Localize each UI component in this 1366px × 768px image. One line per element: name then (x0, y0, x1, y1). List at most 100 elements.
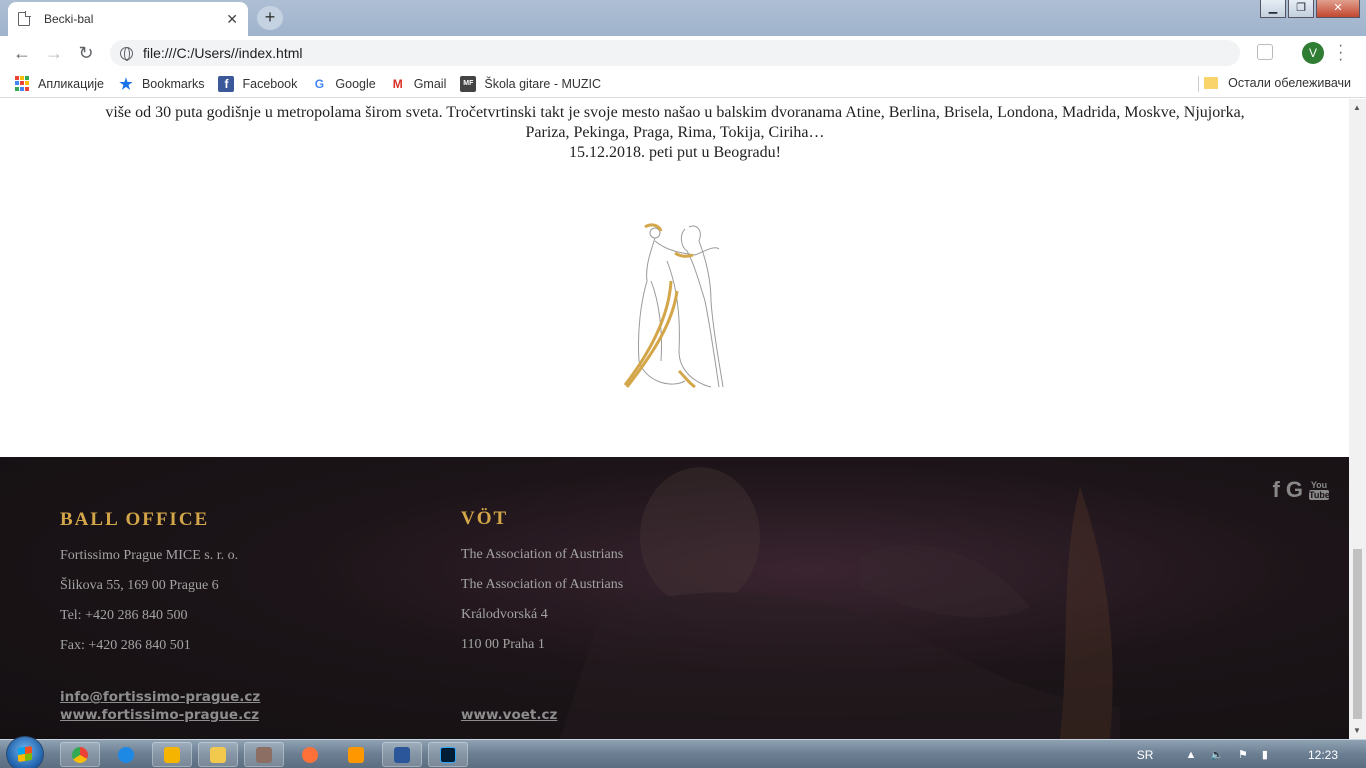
clock[interactable]: 12:23 (1308, 748, 1338, 762)
vot-column: VÖT The Association of Austrians The Ass… (461, 508, 623, 660)
taskbar-internet-explorer[interactable] (106, 742, 146, 767)
site-footer: BALL OFFICE Fortissimo Prague MICE s. r.… (0, 457, 1349, 739)
intro-text: više od 30 puta godišnje u metropolama š… (40, 99, 1310, 163)
reload-button[interactable]: ↻ (70, 43, 102, 64)
vot-heading: VÖT (461, 508, 509, 529)
profile-avatar[interactable]: V (1302, 42, 1324, 64)
bookmarks-divider (1198, 76, 1199, 92)
menu-kebab-icon[interactable]: · · · (1338, 38, 1343, 68)
internet-explorer-icon (118, 746, 134, 763)
windows-taskbar: SR ▲ 🔈 ⚑ ▮ 12:23 (0, 736, 1366, 768)
chrome-icon (72, 746, 88, 763)
media-player-icon (348, 746, 364, 763)
taskbar-winamp[interactable] (152, 742, 192, 767)
document-icon (18, 11, 31, 26)
company-phone: Tel: +420 286 840 500 (60, 608, 188, 623)
back-button[interactable]: ← (6, 43, 38, 64)
voet-website-link[interactable]: www.voet.cz (461, 706, 557, 724)
taskbar-media-player[interactable] (336, 742, 376, 767)
association-street: Králodvorská 4 (461, 607, 548, 622)
address-bar[interactable]: file:///C:/Users//index.html (110, 40, 1240, 66)
association-name: The Association of Austrians (461, 547, 624, 562)
tab-title: Becki-bal (44, 12, 94, 26)
bookmark-label: Апликације (38, 76, 104, 91)
email-link[interactable]: info@fortissimo-prague.cz (60, 688, 260, 706)
other-bookmarks[interactable]: Остали обележивачи (1204, 76, 1351, 90)
browser-tab[interactable]: Becki-bal ✕ (8, 2, 248, 36)
gmail-icon: M (392, 76, 403, 91)
ball-office-column: BALL OFFICE Fortissimo Prague MICE s. r.… (60, 509, 238, 661)
star-icon: ★ (119, 75, 133, 93)
forward-button[interactable]: → (38, 43, 70, 64)
google-icon[interactable]: G (1286, 477, 1303, 503)
extension-icon[interactable] (1257, 44, 1273, 60)
bookmark-label: Google (335, 76, 376, 91)
globe-icon (120, 46, 133, 61)
browser-titlebar: Becki-bal ✕ + ▁ ❐ ✕ (0, 0, 1366, 36)
facebook-icon: f (218, 75, 235, 92)
bookmark-google[interactable]: G Google (311, 76, 376, 92)
taskbar-calculator[interactable] (244, 742, 284, 767)
vot-links: www.voet.cz (461, 706, 557, 724)
google-icon: G (314, 76, 325, 91)
close-window-button[interactable]: ✕ (1316, 0, 1360, 18)
bookmark-label: Škola gitare - MUZIC (484, 76, 602, 91)
page-scrollbar[interactable]: ▲ ▼ (1349, 99, 1366, 739)
dancers-background-photo (560, 467, 1120, 739)
volume-icon[interactable]: 🔈 (1210, 748, 1224, 761)
new-tab-button[interactable]: + (257, 6, 283, 30)
scrollbar-thumb[interactable] (1353, 549, 1362, 719)
bookmark-apps[interactable]: Апликације (14, 75, 104, 92)
intro-line: više od 30 puta godišnje u metropolama š… (105, 104, 1245, 121)
folder-icon (210, 746, 226, 763)
youtube-icon[interactable]: You Tube (1309, 480, 1330, 500)
scroll-down-arrow-icon[interactable]: ▼ (1353, 726, 1361, 735)
tab-close-button[interactable]: ✕ (226, 11, 238, 28)
company-name: Fortissimo Prague MICE s. r. o. (60, 548, 239, 563)
start-button[interactable] (6, 736, 44, 768)
address-url[interactable]: file:///C:/Users//index.html (143, 45, 303, 61)
network-icon[interactable]: ▮ (1262, 748, 1268, 761)
taskbar-photoshop[interactable] (428, 742, 468, 767)
browser-toolbar: ← → ↻ file:///C:/Users//index.html V · · · (0, 36, 1366, 70)
bookmark-label: Bookmarks (141, 76, 205, 91)
system-tray: SR ▲ 🔈 ⚑ ▮ 12:23 (1137, 740, 1366, 768)
show-hidden-icons-icon[interactable]: ▲ (1185, 749, 1196, 761)
folder-icon (1204, 77, 1219, 89)
bookmarks-bar: Апликације ★ Bookmarks f Facebook G Goog… (0, 70, 1366, 98)
word-icon (394, 746, 410, 763)
taskbar-word[interactable] (382, 742, 422, 767)
bookmark-facebook[interactable]: f Facebook (218, 75, 298, 92)
youtube-label-top: You (1310, 480, 1328, 490)
maximize-button[interactable]: ❐ (1288, 0, 1314, 18)
action-center-icon[interactable]: ⚑ (1238, 748, 1248, 761)
bookmark-gmail[interactable]: M Gmail (390, 76, 447, 92)
calculator-icon (256, 746, 272, 763)
taskbar-firefox[interactable] (290, 742, 330, 767)
minimize-button[interactable]: ▁ (1260, 0, 1286, 18)
bookmark-label: Gmail (413, 76, 447, 91)
fortissimo-website-link[interactable]: www.fortissimo-prague.cz (60, 706, 260, 724)
firefox-icon (302, 746, 318, 763)
language-indicator[interactable]: SR (1137, 748, 1154, 762)
other-bookmarks-label: Остали обележивачи (1228, 76, 1351, 90)
bookmark-label: Facebook (242, 76, 298, 91)
scroll-up-arrow-icon[interactable]: ▲ (1353, 103, 1361, 112)
company-fax: Fax: +420 286 840 501 (60, 638, 191, 653)
ball-office-links: info@fortissimo-prague.cz www.fortissimo… (60, 688, 260, 724)
page-viewport: više od 30 puta godišnje u metropolama š… (0, 99, 1349, 739)
photoshop-icon (440, 746, 456, 763)
intro-line: Pariza, Pekinga, Praga, Rima, Tokija, Ci… (525, 124, 825, 141)
taskbar-chrome[interactable] (60, 742, 100, 767)
intro-date-line: 15.12.2018. peti put u Beogradu! (569, 144, 781, 161)
facebook-icon[interactable]: f (1273, 477, 1280, 503)
winamp-icon (164, 746, 180, 763)
dancing-couple-logo (623, 223, 724, 389)
taskbar-file-explorer[interactable] (198, 742, 238, 767)
association-name: The Association of Austrians (461, 577, 624, 592)
background-window-strip (300, 4, 1250, 32)
window-controls: ▁ ❐ ✕ (1260, 0, 1360, 18)
bookmark-bookmarks[interactable]: ★ Bookmarks (118, 75, 205, 93)
bookmark-skola-gitare[interactable]: MF Škola gitare - MUZIC (460, 75, 602, 92)
company-address: Šlikova 55, 169 00 Prague 6 (60, 578, 219, 593)
